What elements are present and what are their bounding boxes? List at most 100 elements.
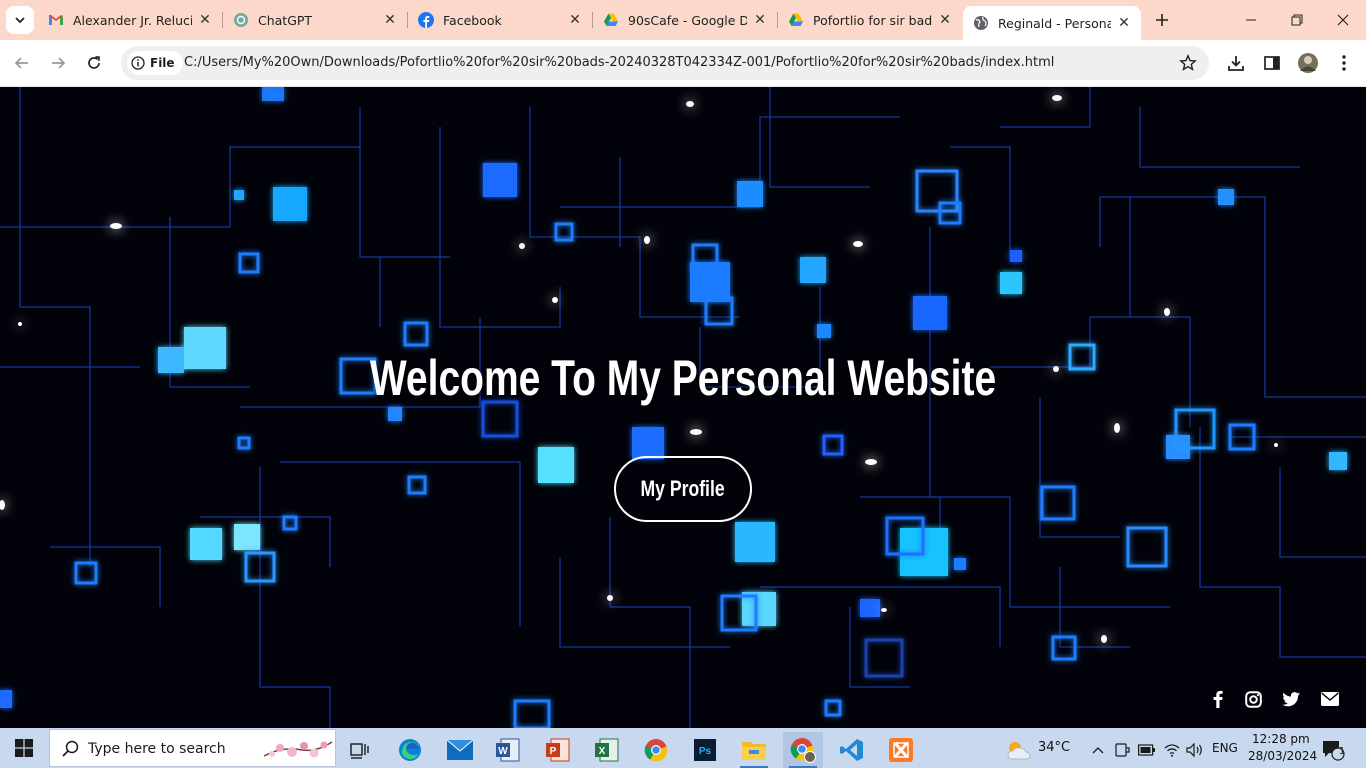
windows-logo-icon	[15, 739, 33, 757]
close-window-button[interactable]	[1320, 0, 1366, 40]
weather-widget[interactable]	[998, 732, 1038, 768]
twitter-link[interactable]	[1281, 689, 1301, 709]
arrow-left-icon	[14, 57, 28, 69]
start-button[interactable]	[0, 728, 48, 768]
mail-icon	[1321, 692, 1339, 706]
tab-close-icon[interactable]: ✕	[381, 11, 399, 29]
tab-close-icon[interactable]: ✕	[751, 11, 769, 29]
taskbar-photoshop[interactable]: Ps	[685, 732, 725, 768]
profile-avatar[interactable]	[1296, 51, 1320, 75]
back-button[interactable]	[7, 48, 37, 78]
drive-icon	[603, 12, 619, 28]
facebook-icon	[1213, 690, 1223, 708]
task-view-button[interactable]	[340, 732, 380, 768]
browser-toolbar: File C:/Users/My%20Own/Downloads/Pofortl…	[0, 40, 1366, 87]
facebook-link[interactable]	[1208, 689, 1228, 709]
notification-center-button[interactable]: 1	[1318, 732, 1348, 768]
side-panel-button[interactable]	[1260, 51, 1284, 75]
battery-button[interactable]	[1136, 732, 1158, 768]
tab-title: 90sCafe - Google Drive	[628, 12, 747, 28]
arrow-right-icon	[52, 57, 66, 69]
clock-time[interactable]: 12:28 pm	[1252, 732, 1310, 746]
downloads-button[interactable]	[1224, 51, 1248, 75]
tab-facebook[interactable]: Facebook ✕	[408, 0, 592, 40]
taskbar-mail[interactable]	[440, 732, 480, 768]
bookmark-star-icon[interactable]	[1179, 54, 1197, 72]
facebook-icon	[418, 12, 434, 28]
excel-icon: X	[595, 738, 619, 762]
side-panel-icon	[1264, 56, 1280, 70]
new-tab-button[interactable]	[1150, 8, 1174, 32]
instagram-link[interactable]	[1243, 689, 1263, 709]
tab-drive-portfolio[interactable]: Pofortlio for sir bads ✕	[778, 0, 962, 40]
twitter-icon	[1282, 691, 1300, 706]
photoshop-icon: Ps	[694, 739, 716, 761]
taskbar-word[interactable]: W	[488, 732, 528, 768]
tab-drive-90scafe[interactable]: 90sCafe - Google Drive ✕	[593, 0, 777, 40]
reload-button[interactable]	[79, 48, 109, 78]
taskbar-xampp[interactable]	[881, 732, 921, 768]
show-hidden-icons-button[interactable]	[1088, 732, 1108, 768]
gmail-icon	[48, 12, 64, 28]
info-icon	[131, 56, 145, 70]
tab-reginald-active[interactable]: Reginald - Personal W ✕	[963, 6, 1141, 40]
clock-date[interactable]: 28/03/2024	[1248, 749, 1317, 763]
taskbar-excel[interactable]: X	[587, 732, 627, 768]
word-icon: W	[496, 738, 520, 762]
instagram-icon	[1244, 690, 1262, 708]
site-info-chip[interactable]: File	[127, 51, 183, 75]
restore-icon	[1291, 14, 1303, 26]
my-profile-button-label: My Profile	[640, 476, 726, 501]
reload-icon	[88, 56, 100, 69]
tab-strip: Alexander Jr. Relucio ( ✕ ChatGPT ✕ Face…	[0, 0, 1366, 40]
taskbar-file-explorer[interactable]	[734, 732, 774, 768]
tab-close-icon[interactable]: ✕	[1115, 14, 1133, 32]
more-vertical-icon	[1342, 55, 1346, 71]
chatgpt-icon	[233, 12, 249, 28]
address-bar[interactable]: File C:/Users/My%20Own/Downloads/Pofortl…	[121, 46, 1209, 80]
taskbar-chrome-profile[interactable]	[783, 732, 823, 768]
minimize-button[interactable]	[1228, 0, 1274, 40]
tab-close-icon[interactable]: ✕	[196, 11, 214, 29]
plus-icon	[1156, 14, 1168, 26]
web-page: Welcome To My Personal Website My Profil…	[0, 87, 1366, 728]
close-icon	[1337, 14, 1349, 26]
tab-close-icon[interactable]: ✕	[936, 11, 954, 29]
taskbar-search-box[interactable]: Type here to search	[49, 729, 336, 767]
restore-button[interactable]	[1274, 0, 1320, 40]
tab-chatgpt[interactable]: ChatGPT ✕	[223, 0, 407, 40]
svg-text:Ps: Ps	[699, 746, 712, 757]
forward-button[interactable]	[43, 48, 73, 78]
tray-device-icon-button[interactable]	[1111, 732, 1133, 768]
weather-temperature: 34°C	[1038, 740, 1071, 755]
svg-text:W: W	[498, 746, 508, 757]
site-chip-label: File	[150, 56, 175, 70]
url-text[interactable]: C:/Users/My%20Own/Downloads/Pofortlio%20…	[184, 55, 1054, 70]
network-button[interactable]	[1161, 732, 1183, 768]
taskbar-chrome[interactable]	[636, 732, 676, 768]
hero-title: Welcome To My Personal Website	[369, 350, 997, 406]
taskbar-powerpoint[interactable]: P	[538, 732, 578, 768]
edge-icon	[399, 739, 421, 761]
search-placeholder: Type here to search	[88, 741, 226, 757]
avatar-icon	[1298, 53, 1318, 73]
email-link[interactable]	[1320, 689, 1340, 709]
my-profile-button[interactable]: My Profile	[614, 456, 752, 522]
tab-search-button[interactable]	[6, 6, 34, 34]
tab-close-icon[interactable]: ✕	[566, 11, 584, 29]
folder-icon	[742, 742, 766, 760]
powerpoint-icon: P	[546, 738, 570, 762]
tab-title: ChatGPT	[258, 12, 313, 28]
browser-menu-button[interactable]	[1332, 51, 1356, 75]
device-icon	[1115, 743, 1130, 757]
taskbar-vscode[interactable]	[832, 732, 872, 768]
volume-button[interactable]	[1184, 732, 1206, 768]
tab-title: Alexander Jr. Relucio (	[73, 12, 192, 28]
circuit-background	[0, 87, 1366, 728]
cherry-blossom-icon	[263, 741, 333, 758]
input-language[interactable]: ENG	[1212, 741, 1238, 755]
taskbar-edge[interactable]	[390, 732, 430, 768]
tab-gmail[interactable]: Alexander Jr. Relucio ( ✕	[38, 0, 222, 40]
battery-icon	[1138, 744, 1155, 756]
windows-taskbar: Type here to search W P X Ps 34°C ENG 12…	[0, 728, 1366, 768]
